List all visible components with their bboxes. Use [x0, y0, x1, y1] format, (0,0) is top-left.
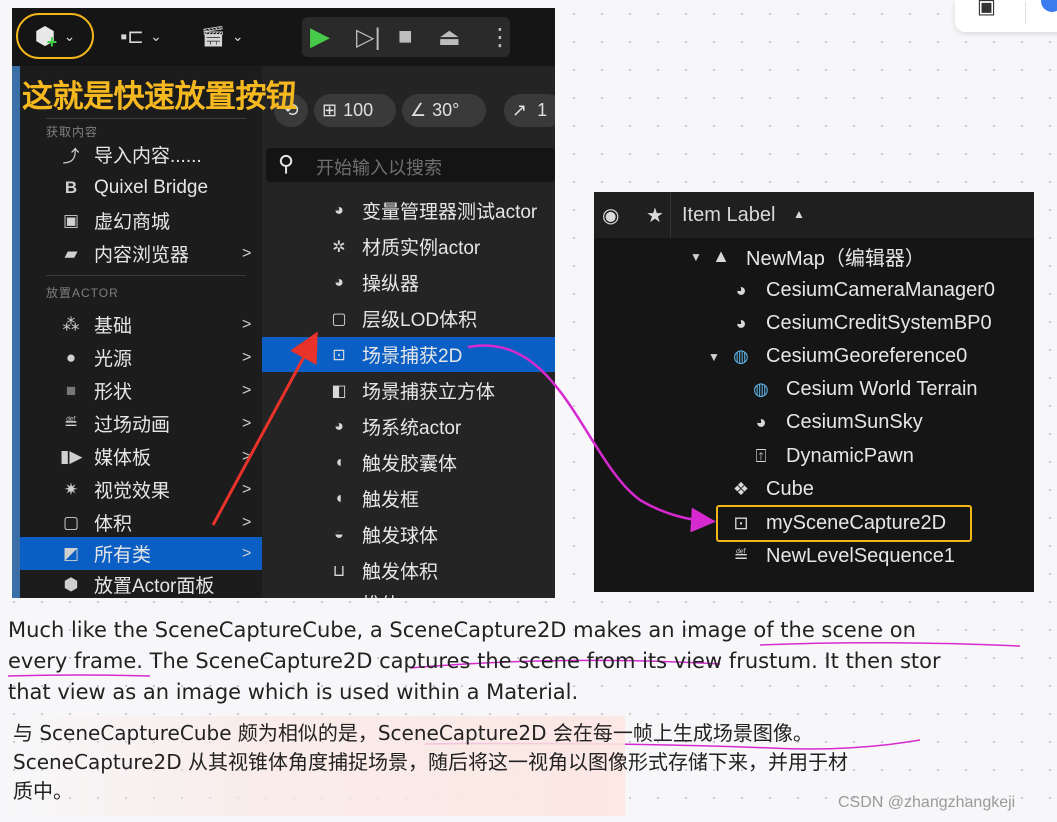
red-arrow	[211, 331, 318, 526]
paragraph-line: 与 SceneCaptureCube 颇为相似的是，SceneCapture2D…	[13, 721, 813, 745]
magenta-arrow	[467, 344, 716, 533]
paragraph-line: Much like the SceneCaptureCube, a SceneC…	[8, 618, 916, 642]
english-paragraph: Much like the SceneCaptureCube, a SceneC…	[8, 615, 1057, 708]
paragraph-line: that view as an image which is used with…	[8, 680, 579, 704]
paragraph-line: SceneCapture2D 从其视锥体角度捕捉场景，随后将这一视角以图像形式存…	[13, 750, 848, 774]
chinese-paragraph: 与 SceneCaptureCube 颇为相似的是，SceneCapture2D…	[13, 719, 1013, 806]
watermark: CSDN @zhangzhangkeji	[838, 794, 1016, 811]
paragraph-line: every frame. The SceneCapture2D captures…	[8, 649, 941, 673]
